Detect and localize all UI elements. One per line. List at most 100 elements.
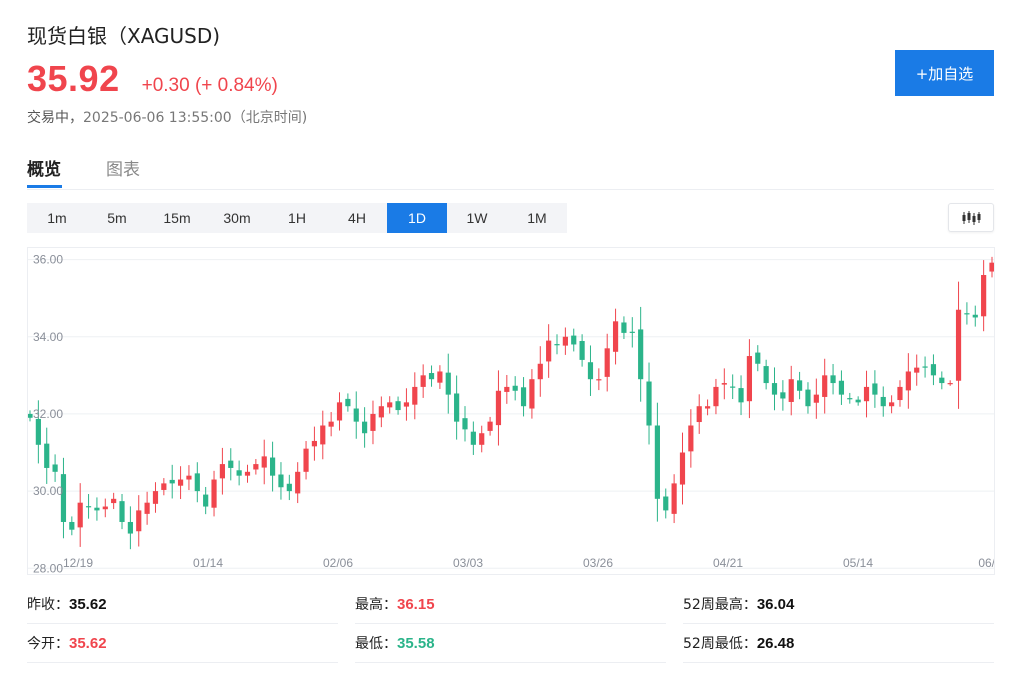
candle-body [797, 380, 802, 390]
candle-body [220, 464, 225, 478]
candle-body [655, 426, 660, 499]
candle-body [973, 315, 978, 318]
candle-body [446, 373, 451, 395]
candle-body [964, 313, 969, 314]
candle-body [922, 366, 927, 367]
candle-body [830, 375, 835, 383]
candle-body [939, 378, 944, 383]
stat-label: 今开： [27, 633, 69, 653]
stat-prev-close: 昨收：35.62 [27, 585, 338, 624]
candle-body [462, 418, 467, 429]
candle-body [119, 501, 124, 522]
candle-body [195, 473, 200, 491]
candlestick-chart: 28.0030.0032.0034.0036.0012/1901/1402/06… [28, 248, 995, 575]
candle-body [638, 329, 643, 379]
candle-body [630, 332, 635, 333]
candle-body [303, 449, 308, 472]
candle-body [370, 414, 375, 431]
period-30m[interactable]: 30m [207, 203, 267, 233]
candle-body [839, 381, 844, 395]
stat-value: 35.58 [397, 635, 435, 652]
y-tick-label: 30.00 [33, 484, 63, 498]
candle-body [437, 371, 442, 382]
candle-body [161, 483, 166, 490]
tab-chart[interactable]: 图表 [106, 155, 140, 180]
candle-body [847, 398, 852, 399]
candle-body [889, 402, 894, 406]
candle-body [680, 453, 685, 485]
candle-body [546, 341, 551, 362]
period-5m[interactable]: 5m [87, 203, 147, 233]
candle-body [270, 458, 275, 476]
candle-body [312, 441, 317, 446]
candle-body [320, 426, 325, 445]
candle-body [513, 386, 518, 391]
period-1w[interactable]: 1W [447, 203, 507, 233]
price-chart[interactable]: 28.0030.0032.0034.0036.0012/1901/1402/06… [27, 247, 995, 575]
stat-52w-low: 52周最低：26.48 [683, 624, 994, 663]
candle-body [262, 456, 267, 467]
stat-label: 52周最高： [683, 594, 757, 614]
current-price: 35.92 [27, 58, 120, 100]
candle-body [78, 503, 83, 528]
period-15m[interactable]: 15m [147, 203, 207, 233]
period-1mo[interactable]: 1M [507, 203, 567, 233]
tab-overview[interactable]: 概览 [27, 155, 61, 180]
candle-body [345, 399, 350, 406]
candle-body [395, 401, 400, 410]
add-watchlist-button[interactable]: +加自选 [895, 50, 994, 96]
candle-body [86, 506, 91, 507]
stat-value: 36.04 [757, 596, 795, 613]
stat-52w-high: 52周最高：36.04 [683, 585, 994, 624]
stat-label: 52周最低： [683, 633, 757, 653]
period-1d[interactable]: 1D [387, 203, 447, 233]
candle-body [588, 362, 593, 379]
candlestick-icon [961, 211, 981, 225]
period-1h[interactable]: 1H [267, 203, 327, 233]
chart-type-button[interactable] [948, 203, 994, 232]
period-4h[interactable]: 4H [327, 203, 387, 233]
price-change: +0.30 (+ 0.84%) [142, 75, 278, 97]
active-tab-indicator [27, 185, 62, 188]
candle-body [663, 497, 668, 511]
stat-value: 26.48 [757, 635, 795, 652]
x-tick-label: 04/21 [713, 556, 743, 570]
candle-body [571, 336, 576, 345]
candle-body [747, 356, 752, 401]
candle-body [103, 507, 108, 510]
x-tick-label: 03/26 [583, 556, 613, 570]
candle-body [329, 422, 334, 427]
candle-body [688, 426, 693, 452]
candle-body [153, 491, 158, 504]
candle-body [36, 419, 41, 445]
candle-body [237, 470, 242, 475]
candle-body [738, 388, 743, 402]
candle-body [170, 480, 175, 483]
x-tick-label: 03/03 [453, 556, 483, 570]
candle-body [178, 480, 183, 486]
candle-body [705, 406, 710, 408]
stat-value: 36.15 [397, 596, 435, 613]
period-selector: 1m 5m 15m 30m 1H 4H 1D 1W 1M [27, 203, 567, 233]
candle-body [186, 476, 191, 480]
candle-body [814, 395, 819, 403]
candle-body [69, 522, 74, 530]
trading-status: 交易中，2025-06-06 13:55:00（北京时间) [27, 107, 307, 127]
x-tick-label: 01/14 [193, 556, 223, 570]
candle-body [111, 499, 116, 503]
candle-body [554, 344, 559, 345]
y-tick-label: 34.00 [33, 330, 63, 344]
stat-high: 最高：36.15 [355, 585, 666, 624]
stat-label: 最低： [355, 633, 397, 653]
candle-body [672, 483, 677, 513]
candle-body [948, 383, 953, 384]
candle-body [646, 382, 651, 426]
candle-body [805, 390, 810, 407]
stat-value: 35.62 [69, 596, 107, 613]
candle-body [429, 373, 434, 379]
candle-body [521, 387, 526, 406]
candle-body [538, 364, 543, 379]
x-tick-label: 05/14 [843, 556, 873, 570]
candle-body [914, 368, 919, 373]
period-1m[interactable]: 1m [27, 203, 87, 233]
